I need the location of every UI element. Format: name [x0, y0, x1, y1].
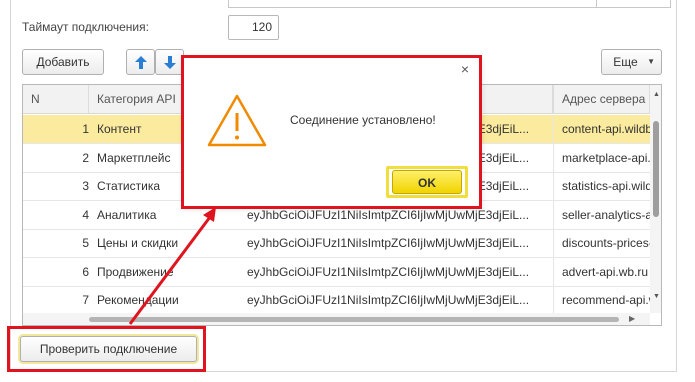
row-address: advert-api.wb.ru	[553, 257, 650, 287]
row-number: 2	[82, 150, 89, 165]
row-category: Рекомендации	[97, 293, 179, 307]
row-category: Продвижение	[97, 264, 174, 279]
scroll-down-icon[interactable]: ▼	[653, 293, 660, 300]
timeout-label: Таймаут подключения:	[22, 20, 149, 34]
warning-icon	[207, 94, 267, 147]
add-button[interactable]: Добавить	[22, 49, 104, 75]
move-up-button[interactable]	[126, 49, 155, 75]
horizontal-scrollbar[interactable]: ▶	[23, 313, 650, 325]
row-address: seller-analytics-api.wildberries.ru	[553, 200, 650, 230]
row-number: 3	[82, 179, 89, 193]
move-down-button[interactable]	[155, 49, 184, 75]
check-connection-button[interactable]: Проверить подключение	[20, 336, 197, 362]
scroll-right-icon[interactable]: ▶	[629, 313, 635, 325]
more-button-label: Еще	[613, 55, 638, 69]
table-row[interactable]: 7 Рекомендации eyJhbGciOiJFUzI1NiIsImtpZCI…	[23, 286, 650, 315]
scroll-up-icon[interactable]: ▲	[653, 91, 660, 98]
close-icon[interactable]: ×	[458, 62, 472, 76]
row-address: marketplace-api.wildberries.ru	[553, 143, 650, 173]
column-header-n[interactable]: N	[23, 85, 89, 114]
row-token: eyJhbGciOiJFUzI1NiIsImtpZCI6IjIwMjUwMjE3…	[247, 264, 530, 279]
table-row[interactable]: 6 Продвижение eyJhbGciOiJFUzI1NiIsImtpZCI6…	[23, 257, 650, 287]
row-number: 1	[82, 122, 89, 136]
arrow-down-icon	[164, 56, 176, 69]
vertical-scrollbar[interactable]: ▲ ▼	[650, 85, 661, 313]
row-address: statistics-api.wildberries.ru	[553, 172, 650, 201]
column-header-address[interactable]: Адрес сервера	[553, 85, 650, 114]
row-number: 6	[82, 264, 89, 279]
horizontal-scroll-thumb[interactable]	[89, 317, 619, 322]
row-category: Цены и скидки	[97, 236, 179, 250]
row-address: recommend-api.wildberries.ru	[553, 286, 650, 315]
table-row[interactable]: 5 Цены и скидки eyJhbGciOiJFUzI1NiIsImtpZC…	[23, 229, 650, 258]
arrow-up-icon	[135, 56, 147, 69]
row-address: content-api.wildberries.ru	[553, 115, 650, 144]
row-address: discounts-prices-api.wildberries.ru	[553, 229, 650, 258]
timeout-input[interactable]: 120	[228, 15, 279, 40]
row-token: eyJhbGciOiJFUzI1NiIsImtpZCI6IjIwMjUwMjE3…	[247, 293, 530, 307]
row-number: 7	[82, 293, 89, 307]
top-field-partial[interactable]	[228, 0, 671, 8]
vertical-scroll-thumb[interactable]	[653, 121, 659, 217]
row-number: 5	[82, 236, 89, 250]
dialog-message: Соединение установлено!	[290, 113, 436, 127]
ok-button[interactable]: OK	[392, 170, 462, 194]
more-button[interactable]: Еще ▼	[601, 49, 662, 75]
chevron-down-icon: ▼	[647, 57, 655, 66]
row-number: 4	[82, 207, 89, 222]
row-token: eyJhbGciOiJFUzI1NiIsImtpZCI6IjIwMjUwMjE3…	[247, 236, 530, 250]
